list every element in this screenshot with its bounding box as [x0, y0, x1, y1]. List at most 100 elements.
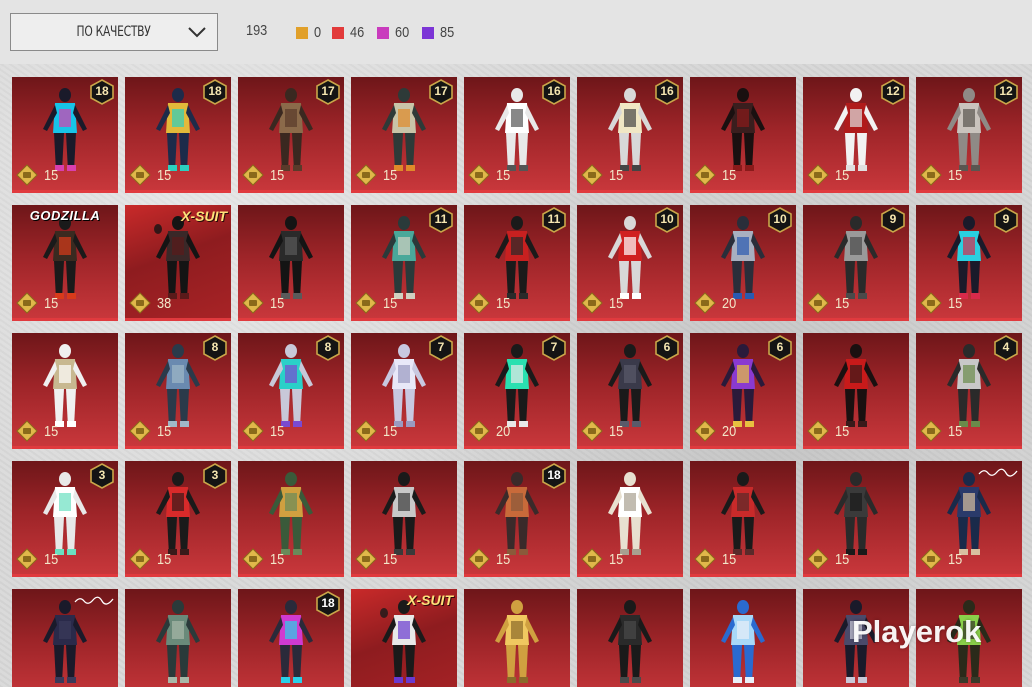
outfit-card[interactable]: 7 20 [464, 333, 570, 449]
coin-icon [355, 420, 377, 442]
price-tag: 20 [694, 420, 739, 442]
outfit-card[interactable]: 18 [238, 589, 344, 687]
level-badge: 17 [429, 79, 453, 105]
outfit-card[interactable]: 4 15 [916, 333, 1022, 449]
outfit-card[interactable]: 15 [803, 461, 909, 577]
outfit-card[interactable]: 6 15 [577, 333, 683, 449]
outfit-card[interactable]: 18 15 [464, 461, 570, 577]
level-badge: 8 [203, 335, 227, 361]
level-badge-value: 12 [886, 84, 900, 98]
level-badge: 6 [768, 335, 792, 361]
price-value: 15 [609, 166, 624, 184]
outfit-card[interactable]: 6 20 [690, 333, 796, 449]
level-badge-value: 18 [547, 468, 561, 482]
outfit-card[interactable]: 3 15 [125, 461, 231, 577]
level-badge: 11 [542, 207, 566, 233]
outfit-card[interactable]: 15 [690, 461, 796, 577]
outfit-grid: 18 15 18 15 17 15 17 15 16 15 16 15 15 12 15 12 15 GODZIL… [12, 77, 1022, 687]
outfit-card[interactable] [125, 589, 231, 687]
coin-icon [807, 164, 829, 186]
outfit-card[interactable]: 11 15 [351, 205, 457, 321]
outfit-card[interactable]: GODZILLA 15 [12, 205, 118, 321]
price-tag: 15 [16, 420, 61, 442]
outfit-card[interactable]: 15 [690, 77, 796, 193]
outfit-card[interactable] [577, 589, 683, 687]
level-badge: 9 [994, 207, 1018, 233]
outfit-card[interactable]: 15 [238, 461, 344, 577]
level-badge: 16 [542, 79, 566, 105]
outfit-card[interactable]: 18 15 [12, 77, 118, 193]
outfit-card[interactable] [690, 589, 796, 687]
outfit-card[interactable]: 3 15 [12, 461, 118, 577]
outfit-card[interactable]: 12 15 [803, 77, 909, 193]
outfit-card[interactable]: 15 [577, 461, 683, 577]
outfit-card[interactable]: 17 15 [351, 77, 457, 193]
price-tag: 15 [920, 548, 965, 570]
outfit-card[interactable]: 15 [12, 333, 118, 449]
price-tag: 15 [920, 420, 965, 442]
outfit-card[interactable]: 7 15 [351, 333, 457, 449]
filter-bar: по качеству 193 0 46 60 85 [0, 0, 1032, 64]
coin-icon [129, 292, 151, 314]
level-badge: 17 [316, 79, 340, 105]
outfit-card[interactable]: X-SUIT 38 [125, 205, 231, 321]
level-badge: 18 [203, 79, 227, 105]
outfit-card[interactable] [12, 589, 118, 687]
outfit-card[interactable]: 17 15 [238, 77, 344, 193]
rarity-swatch [377, 26, 389, 39]
price-value: 15 [157, 550, 172, 568]
price-tag: 15 [355, 164, 400, 186]
price-tag: 15 [807, 292, 852, 314]
outfit-card[interactable]: 16 15 [464, 77, 570, 193]
price-value: 15 [383, 294, 398, 312]
outfit-card[interactable]: 15 [238, 205, 344, 321]
price-tag: 15 [468, 164, 513, 186]
price-value: 15 [270, 294, 285, 312]
outfit-card[interactable]: 15 [351, 461, 457, 577]
price-tag: 15 [468, 548, 513, 570]
level-badge: 9 [881, 207, 905, 233]
sort-dropdown[interactable]: по качеству [10, 13, 218, 51]
price-tag: 15 [355, 548, 400, 570]
coin-icon [807, 420, 829, 442]
level-badge-value: 4 [1002, 340, 1010, 354]
level-badge-value: 18 [208, 84, 222, 98]
level-badge: 16 [655, 79, 679, 105]
coin-icon [16, 548, 38, 570]
coin-icon [581, 548, 603, 570]
rarity-count: 46 [350, 24, 365, 41]
coin-icon [129, 164, 151, 186]
price-tag: 15 [581, 420, 626, 442]
outfit-card[interactable]: 15 [803, 333, 909, 449]
level-badge: 18 [542, 463, 566, 489]
level-badge: 7 [429, 335, 453, 361]
coin-icon [129, 548, 151, 570]
outfit-card[interactable] [464, 589, 570, 687]
rarity-pink-count: 60 [377, 24, 412, 41]
outfit-card[interactable]: 18 15 [125, 77, 231, 193]
price-value: 15 [44, 550, 59, 568]
level-badge-value: 17 [434, 84, 448, 98]
outfit-card[interactable]: 8 15 [125, 333, 231, 449]
playerok-watermark: Playerok [852, 614, 982, 649]
outfit-card[interactable]: 12 15 [916, 77, 1022, 193]
level-badge: 18 [90, 79, 114, 105]
outfit-card[interactable]: 8 15 [238, 333, 344, 449]
price-tag: 20 [694, 292, 739, 314]
outfit-card[interactable]: 11 15 [464, 205, 570, 321]
outfit-card[interactable]: 15 [916, 461, 1022, 577]
coin-icon [16, 420, 38, 442]
collab-tag: GODZILLA [29, 208, 101, 223]
outfit-card[interactable]: X-SUIT [351, 589, 457, 687]
outfit-card[interactable]: 9 15 [803, 205, 909, 321]
outfit-card[interactable]: 10 15 [577, 205, 683, 321]
coin-icon [242, 548, 264, 570]
outfit-card[interactable]: 9 15 [916, 205, 1022, 321]
price-value: 15 [383, 550, 398, 568]
outfit-figure [156, 600, 200, 683]
outfit-card[interactable]: 16 15 [577, 77, 683, 193]
level-badge-value: 6 [663, 340, 671, 354]
outfit-card[interactable]: 10 20 [690, 205, 796, 321]
price-value: 15 [948, 294, 963, 312]
level-badge-value: 16 [547, 84, 561, 98]
